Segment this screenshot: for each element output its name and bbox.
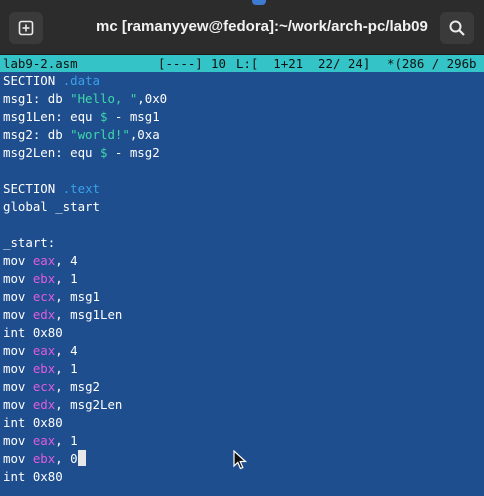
code-token: mov bbox=[3, 289, 33, 304]
code-token: mov bbox=[3, 361, 33, 376]
register: ebx bbox=[32, 271, 56, 286]
code-token: , 1 bbox=[55, 361, 78, 376]
code-text: msg1Len: equ bbox=[3, 109, 100, 124]
code-token: int 0x80 bbox=[3, 325, 63, 340]
code-token: mov bbox=[3, 307, 33, 322]
status-flags: [----] bbox=[158, 56, 203, 71]
code-token: mov bbox=[3, 379, 33, 394]
keyword: SECTION bbox=[3, 73, 63, 88]
register: ecx bbox=[32, 289, 56, 304]
status-column: 10 bbox=[211, 56, 226, 71]
code-line: mov eax, 4 bbox=[3, 252, 484, 270]
code-text: msg2Len: equ bbox=[3, 145, 100, 160]
status-line-info: L:[ 1+21 22/ 24] bbox=[236, 56, 371, 71]
code-line: mov eax, 4 bbox=[3, 342, 484, 360]
text-cursor bbox=[77, 450, 86, 466]
code-token: mov bbox=[3, 451, 33, 466]
code-text: msg2: db bbox=[3, 127, 71, 142]
code-token: mov bbox=[3, 271, 33, 286]
code-line: SECTION .text bbox=[3, 180, 484, 198]
code-line: msg1Len: equ $ - msg1 bbox=[3, 108, 484, 126]
code-line: mov eax, 1 bbox=[3, 432, 484, 450]
register: edx bbox=[32, 397, 56, 412]
code-text: ,0x0 bbox=[137, 91, 168, 106]
register: ebx bbox=[32, 451, 56, 466]
register: ecx bbox=[32, 379, 56, 394]
string-literal: "Hello, " bbox=[70, 91, 138, 106]
directive: .data bbox=[62, 73, 100, 88]
code-token: mov bbox=[3, 343, 33, 358]
code-line: mov ecx, msg1 bbox=[3, 288, 484, 306]
code-token: , msg1 bbox=[55, 289, 100, 304]
editor-statusbar: lab9-2.asm [----] 10 L:[ 1+21 22/ 24] *(… bbox=[0, 55, 484, 72]
code-token: mov bbox=[3, 253, 33, 268]
code-token: , msg1Len bbox=[55, 307, 123, 322]
code-text: - msg2 bbox=[107, 145, 160, 160]
register: eax bbox=[32, 343, 56, 358]
status-filename: lab9-2.asm bbox=[3, 56, 78, 71]
new-tab-button[interactable] bbox=[9, 12, 43, 44]
code-token: mov bbox=[3, 433, 33, 448]
register: eax bbox=[32, 433, 56, 448]
label: _start: bbox=[3, 235, 56, 250]
code-text: msg1: db bbox=[3, 91, 71, 106]
keyword: SECTION bbox=[3, 181, 63, 196]
code-token: int 0x80 bbox=[3, 469, 63, 484]
window-title: mc [ramanyyew@fedora]:~/work/arch-pc/lab… bbox=[96, 18, 428, 35]
code-line: int 0x80 bbox=[3, 468, 484, 486]
mouse-pointer-icon bbox=[233, 450, 247, 470]
terminal-titlebar: mc [ramanyyew@fedora]:~/work/arch-pc/lab… bbox=[0, 0, 484, 55]
mcedit-editor[interactable]: lab9-2.asm [----] 10 L:[ 1+21 22/ 24] *(… bbox=[0, 55, 484, 496]
string-literal: "world!" bbox=[70, 127, 130, 142]
code-line: msg2Len: equ $ - msg2 bbox=[3, 144, 484, 162]
window-accent bbox=[252, 0, 266, 5]
code-line: int 0x80 bbox=[3, 324, 484, 342]
code-token: , 0 bbox=[55, 451, 78, 466]
code-area[interactable]: SECTION .data msg1: db "Hello, ",0x0 msg… bbox=[3, 72, 484, 486]
code-token: , 1 bbox=[55, 433, 78, 448]
code-line: int 0x80 bbox=[3, 414, 484, 432]
code-token: , 1 bbox=[55, 271, 78, 286]
code-token: , msg2 bbox=[55, 379, 100, 394]
code-token: , 4 bbox=[55, 253, 78, 268]
code-line: SECTION .data bbox=[3, 72, 484, 90]
register: edx bbox=[32, 307, 56, 322]
plus-square-icon bbox=[18, 20, 34, 36]
search-button[interactable] bbox=[440, 12, 474, 44]
status-position: *(286 / 296b bbox=[387, 56, 477, 71]
code-line: mov ebx, 1 bbox=[3, 360, 484, 378]
code-line: mov ecx, msg2 bbox=[3, 378, 484, 396]
register: ebx bbox=[32, 361, 56, 376]
code-text: ,0xa bbox=[129, 127, 160, 142]
code-token: , 4 bbox=[55, 343, 78, 358]
code-text: global _start bbox=[3, 199, 100, 214]
code-line: mov edx, msg2Len bbox=[3, 396, 484, 414]
code-line: mov ebx, 1 bbox=[3, 270, 484, 288]
code-text: - msg1 bbox=[107, 109, 160, 124]
code-token: , msg2Len bbox=[55, 397, 123, 412]
code-line: msg1: db "Hello, ",0x0 bbox=[3, 90, 484, 108]
code-line: global _start bbox=[3, 198, 484, 216]
code-token: int 0x80 bbox=[3, 415, 63, 430]
directive: .text bbox=[62, 181, 100, 196]
search-icon bbox=[449, 20, 465, 36]
code-line: _start: bbox=[3, 234, 484, 252]
code-line: msg2: db "world!",0xa bbox=[3, 126, 484, 144]
code-token: mov bbox=[3, 397, 33, 412]
register: eax bbox=[32, 253, 56, 268]
code-line: mov edx, msg1Len bbox=[3, 306, 484, 324]
